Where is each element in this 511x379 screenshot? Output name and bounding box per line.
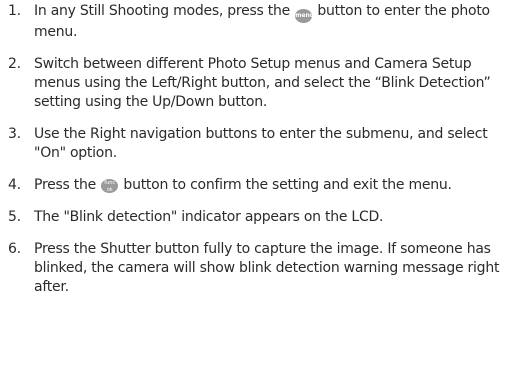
step-4: 4. Press the func ok button to confirm th…	[0, 176, 511, 195]
step-text: Press the Shutter button fully to captur…	[34, 241, 500, 295]
func-icon-label: func	[104, 180, 116, 186]
step-5: 5. The "Blink detection" indicator appea…	[0, 208, 511, 227]
ok-icon-label: ok	[106, 187, 113, 193]
step-2: 2. Switch between different Photo Setup …	[0, 55, 511, 112]
step-text: Press the	[34, 177, 101, 193]
instruction-steps-list: 1. In any Still Shooting modes, press th…	[0, 2, 511, 310]
step-number: 4.	[8, 177, 21, 193]
page: { "steps": [ { "number": "1.", "text_bef…	[0, 0, 511, 379]
step-text: button to confirm the setting and exit t…	[119, 177, 452, 193]
step-number: 6.	[8, 241, 21, 257]
step-text: Use the Right navigation buttons to ente…	[34, 126, 488, 161]
step-3: 3. Use the Right navigation buttons to e…	[0, 125, 511, 163]
step-1: 1. In any Still Shooting modes, press th…	[0, 2, 511, 42]
step-text: In any Still Shooting modes, press the	[34, 3, 295, 19]
menu-button-icon: menu	[295, 9, 315, 23]
step-number: 2.	[8, 56, 21, 72]
step-text: The "Blink detection" indicator appears …	[34, 209, 384, 225]
menu-icon-label: menu	[295, 12, 315, 19]
step-number: 1.	[8, 3, 21, 19]
step-number: 5.	[8, 209, 21, 225]
step-number: 3.	[8, 126, 21, 142]
func-ok-button-icon: func ok	[101, 179, 119, 193]
step-6: 6. Press the Shutter button fully to cap…	[0, 240, 511, 297]
step-text: Switch between different Photo Setup men…	[34, 56, 491, 110]
